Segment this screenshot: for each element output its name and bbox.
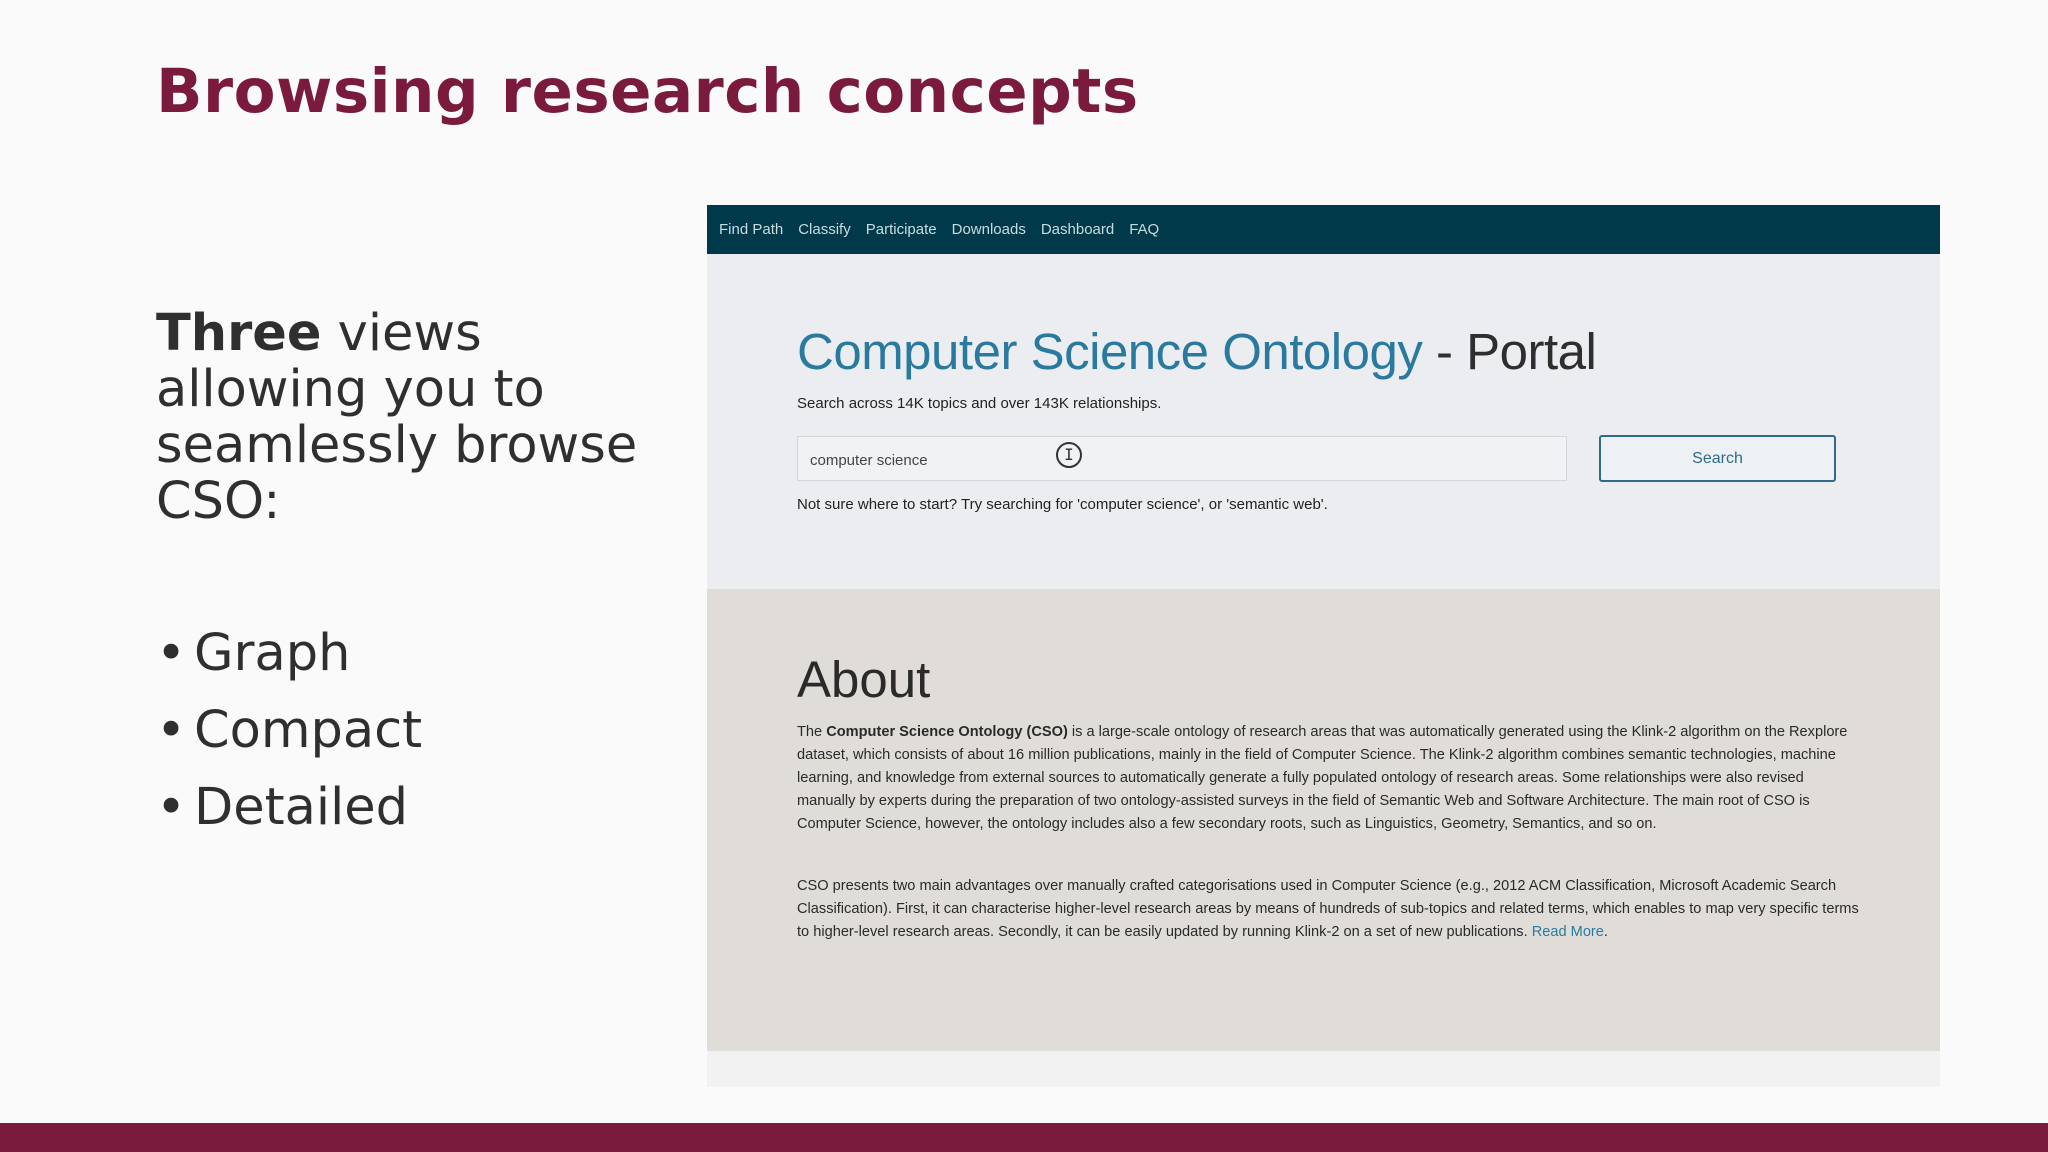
- portal-navbar: Find Path Classify Participate Downloads…: [707, 205, 1940, 254]
- portal-heading-blue: Computer Science Ontology: [797, 323, 1423, 380]
- intro-line1-rest: views: [321, 304, 482, 363]
- nav-item-classify[interactable]: Classify: [798, 221, 851, 238]
- intro-text: Three views allowing you to seamlessly b…: [156, 306, 676, 530]
- nav-item-faq[interactable]: FAQ: [1129, 221, 1159, 238]
- search-hint: Not sure where to start? Try searching f…: [797, 496, 1328, 513]
- nav-item-participate[interactable]: Participate: [866, 221, 937, 238]
- bullet-icon: •: [156, 701, 187, 760]
- about-p1-start: The: [797, 724, 827, 740]
- search-input[interactable]: [797, 436, 1567, 481]
- intro-line4: CSO:: [156, 472, 281, 531]
- about-paragraph-1: The Computer Science Ontology (CSO) is a…: [797, 721, 1859, 836]
- view-label: Graph: [194, 624, 351, 683]
- about-section: About The Computer Science Ontology (CSO…: [707, 589, 1940, 1051]
- views-list: • Graph • Compact • Detailed: [156, 620, 422, 851]
- about-p2-text: CSO presents two main advantages over ma…: [797, 878, 1859, 940]
- about-p1-rest: is a large-scale ontology of research ar…: [797, 724, 1848, 832]
- portal-footer-strip: [707, 1051, 1940, 1087]
- view-label: Detailed: [194, 778, 408, 837]
- list-item: • Compact: [156, 697, 422, 774]
- list-item: • Graph: [156, 620, 422, 697]
- bullet-icon: •: [156, 624, 187, 683]
- intro-bold: Three: [156, 304, 322, 363]
- about-p1-bold: Computer Science Ontology (CSO): [826, 724, 1068, 740]
- portal-subtitle: Search across 14K topics and over 143K r…: [797, 395, 1162, 412]
- bullet-icon: •: [156, 778, 187, 837]
- about-p2-end: .: [1603, 924, 1608, 940]
- intro-line3: seamlessly browse: [156, 416, 638, 475]
- portal-hero: Computer Science Ontology - Portal Searc…: [707, 254, 1940, 589]
- portal-heading-rest: - Portal: [1422, 323, 1597, 380]
- list-item: • Detailed: [156, 774, 422, 851]
- intro-line2: allowing you to: [156, 360, 545, 419]
- slide-bottom-bar: [0, 1123, 2048, 1152]
- about-paragraph-2: CSO presents two main advantages over ma…: [797, 875, 1859, 944]
- text-cursor-icon: I: [1056, 442, 1082, 468]
- portal-screenshot: Find Path Classify Participate Downloads…: [707, 205, 1940, 1087]
- slide-title: Browsing research concepts: [156, 56, 1139, 127]
- nav-item-dashboard[interactable]: Dashboard: [1041, 221, 1114, 238]
- nav-item-downloads[interactable]: Downloads: [952, 221, 1026, 238]
- nav-item-find-path[interactable]: Find Path: [719, 221, 783, 238]
- view-label: Compact: [194, 701, 423, 760]
- read-more-link[interactable]: Read More: [1532, 924, 1604, 940]
- portal-heading: Computer Science Ontology - Portal: [797, 322, 1597, 381]
- about-heading: About: [797, 651, 931, 708]
- search-button[interactable]: Search: [1599, 435, 1836, 482]
